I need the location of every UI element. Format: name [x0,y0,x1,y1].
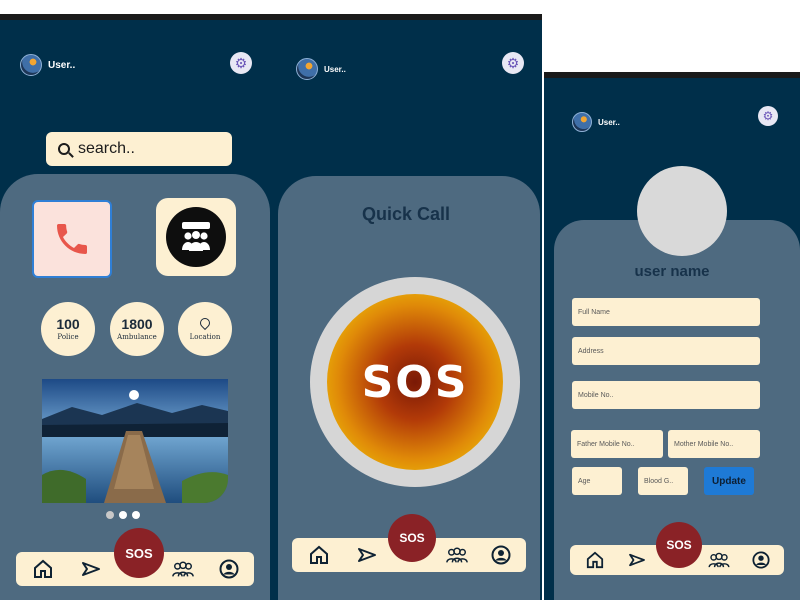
ambulance-number: 1800 [121,316,153,332]
ambulance-dial-button[interactable]: 1800 Ambulance [110,302,164,356]
quick-call-screen: User.. ⚙ Quick Call SOS SOS [270,14,542,600]
carousel-indicator [106,511,140,519]
community-tile[interactable] [156,198,236,276]
carousel-image[interactable] [42,379,228,503]
police-number: 100 [56,316,80,332]
send-icon[interactable] [80,559,102,579]
father-mobile-field[interactable]: Father Mobile No.. [571,430,663,458]
home-icon[interactable] [308,545,330,565]
user-name: User.. [324,64,346,74]
carousel-dot[interactable] [132,511,140,519]
settings-gear-icon[interactable]: ⚙ [230,52,252,74]
frame-edge [544,72,800,78]
update-button[interactable]: Update [704,467,754,495]
police-dial-button[interactable]: 100 Police [41,302,95,356]
profile-icon[interactable] [750,550,772,570]
sos-button[interactable]: SOS [656,522,702,568]
group-icon[interactable] [708,550,730,570]
phone-icon [57,224,87,254]
user-name: User.. [48,59,76,71]
group-icon[interactable] [446,545,468,565]
send-icon[interactable] [356,545,378,565]
username-label: user name [634,263,710,280]
full-name-field[interactable]: Full Name [572,298,760,326]
user-header[interactable]: User.. [296,58,346,80]
sos-glow: SOS [327,294,503,470]
page-title: Quick Call [361,204,451,224]
group-icon[interactable] [172,559,194,579]
police-label: Police [57,333,79,341]
user-header[interactable]: User.. [20,54,75,76]
home-icon[interactable] [32,559,54,579]
carousel-dot-active[interactable] [119,511,127,519]
sos-big-label: SOS [361,356,469,408]
settings-gear-icon[interactable]: ⚙ [502,52,524,74]
address-field[interactable]: Address [572,337,760,365]
home-icon[interactable] [584,550,606,570]
search-input[interactable]: search.. [46,132,232,166]
search-icon [58,143,70,155]
profile-photo[interactable] [637,166,727,256]
mother-mobile-field[interactable]: Mother Mobile No.. [668,430,760,458]
avatar [20,54,42,76]
sos-button[interactable]: SOS [388,514,436,562]
ambulance-label: Ambulance [117,333,157,341]
sos-button[interactable]: SOS [114,528,164,578]
avatar [572,112,592,132]
carousel-dot[interactable] [106,511,114,519]
user-header[interactable]: User.. [572,112,620,132]
user-name: User.. [598,117,620,127]
phone-call-tile[interactable] [32,200,112,278]
settings-gear-icon[interactable]: ⚙ [758,106,778,126]
home-screen: User.. ⚙ search.. 100 Police 1800 Ambula… [0,14,270,600]
location-label: Location [189,332,221,341]
profile-screen: User.. ⚙ user name Full Name Address Mob… [544,72,800,600]
location-button[interactable]: Location [178,302,232,356]
search-placeholder: search.. [78,140,135,157]
profile-icon[interactable] [490,545,512,565]
avatar [296,58,318,80]
screens-collage: User.. ⚙ search.. 100 Police 1800 Ambula… [0,0,800,600]
community-icon [166,207,226,267]
mobile-field[interactable]: Mobile No.. [572,381,760,409]
lake-pier-image [42,379,228,503]
profile-icon[interactable] [218,559,240,579]
frame-edge [0,14,542,20]
send-icon[interactable] [626,550,648,570]
blood-group-field[interactable]: Blood G.. [638,467,688,495]
age-field[interactable]: Age [572,467,622,495]
sos-big-button[interactable]: SOS [310,277,520,487]
location-pin-icon [197,315,213,330]
